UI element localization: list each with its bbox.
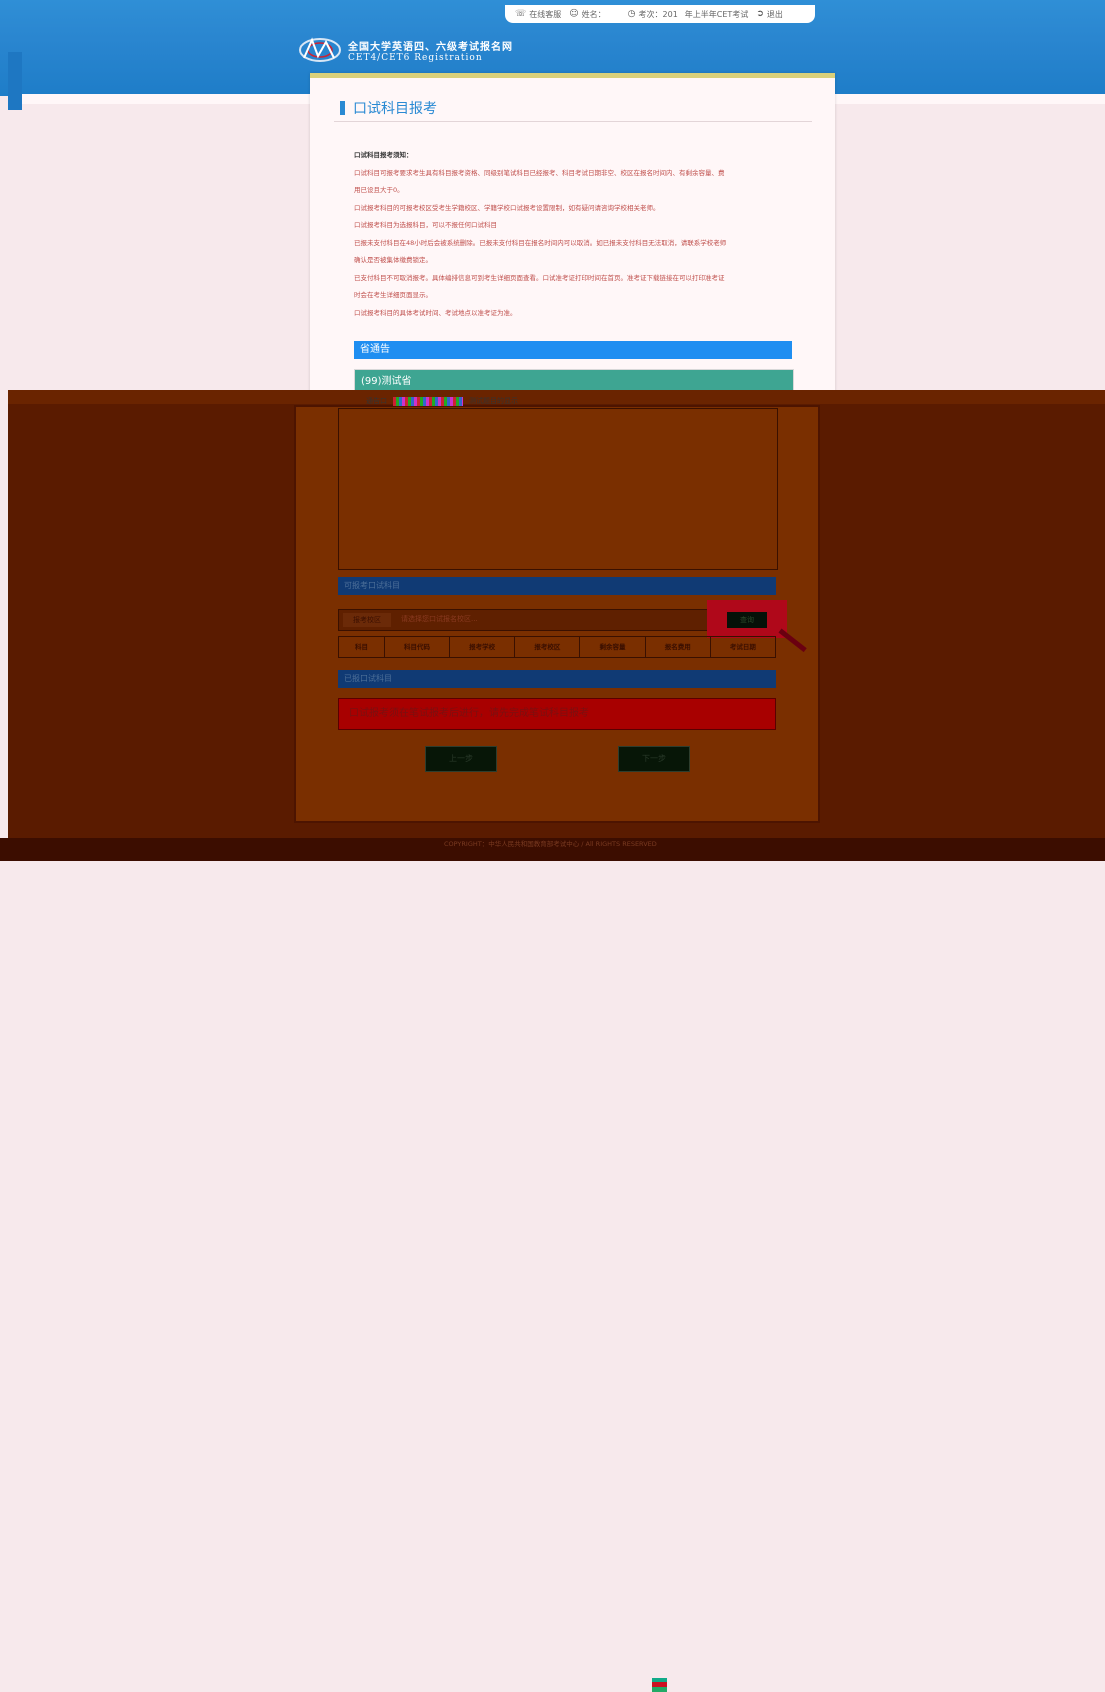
next-button[interactable]: 下一步 [618,746,690,772]
obscured-notice-frame [338,408,778,570]
title-accent-bar [340,101,345,115]
notice-line: 确认是否被集体缴费锁定。 [354,256,432,264]
col-campus: 报考校区 [514,637,579,657]
page-title-text: 口试科目报考 [353,101,437,117]
exam-value: 年上半年CET考试 [684,9,749,19]
registered-oral-subjects-bar: 已报口试科目 [338,670,776,688]
notice-line: 已支付科目不可取消报考。具体编排信息可到考生详细页面查看。口试准考证打印时间在首… [354,273,725,282]
prev-button[interactable]: 上一步 [425,746,497,772]
col-school: 报考学校 [449,637,514,657]
online-service-label: 在线客服 [529,9,562,19]
notice-item-text: 通告口 [366,397,387,405]
headset-icon: ☏ [515,9,527,19]
notice-line: 口试报考科目的可报考校区受考生学籍校区、学籍学校口试报考设置限制，如有疑问请咨询… [354,203,660,212]
logout-label: 退出 [766,9,783,19]
flag-icon [652,1678,667,1692]
province-notice-bar: 省通告 [354,341,792,359]
col-code: 科目代码 [383,637,449,657]
name-label: 姓名： [581,9,606,19]
campus-label: 报考校区 [343,613,391,627]
notice-item-text-2: 测试题目的显示 [469,397,518,405]
logo-title-cn: 全国大学英语四、六级考试报名网 [348,41,513,53]
page-title: 口试科目报考 [340,98,437,118]
overlay-edge [8,390,1105,404]
clock-icon: ◷ [627,9,636,19]
logo-text: 全国大学英语四、六级考试报名网 CET4/CET6 Registration [348,38,513,63]
site-logo[interactable]: 全国大学英语四、六级考试报名网 CET4/CET6 Registration [298,36,513,64]
logo-title-en: CET4/CET6 Registration [348,52,483,63]
notice-section: 口试科目报考须知： 口试科目可报考要求考生具有科目报考资格、同级别笔试科目已经报… [354,147,794,322]
notice-line: 已报未支付科目在48小时后会被系统删除。已报未支付科目在报名时间内可以取消。如已… [354,238,727,247]
online-service-link[interactable]: ☏ 在线客服 [515,9,561,20]
col-subject: 科目 [354,643,368,651]
notice-line: 口试报考科目为选报科目，可以不报任何口试科目 [354,221,497,229]
glitch-noise [393,396,463,406]
main-content-card: 口试科目报考 口试科目报考须知： 口试科目可报考要求考生具有科目报考资格、同级别… [310,73,835,411]
logout-link[interactable]: ➲ 退出 [756,9,783,20]
query-highlight: 查询 [707,600,787,638]
available-oral-subjects-bar: 可报考口试科目 [338,577,776,595]
province-notice-item[interactable]: 通告口 测试题目的显示 [366,396,518,406]
exam-session: ◷ 考次：201 年上半年CET考试 [628,9,749,20]
cet-emblem-icon [299,37,341,62]
exam-label: 考次：201 [638,9,678,19]
top-user-bar: ☏ 在线客服 ☺ 姓名： ◷ 考次：201 年上半年CET考试 ➲ 退出 [505,5,815,23]
footer-copyright: COPYRIGHT：中华人民共和国教育部考试中心 / All RIGHTS RE… [444,840,657,848]
notice-line: 口试科目可报考要求考生具有科目报考资格、同级别笔试科目已经报考、科目考试日期非空… [354,168,725,177]
col-date: 考试日期 [709,637,775,657]
logout-icon: ➲ [756,9,764,19]
header-left-tab [8,52,22,110]
col-fee: 报名费用 [644,637,710,657]
user-name: ☺ 姓名： [569,9,605,20]
warning-message: 口试报考须在笔试报考后进行，请先完成笔试科目报考 [338,698,776,730]
query-button[interactable]: 查询 [727,612,767,628]
notice-line: 用已设且大于0。 [354,186,404,194]
notice-line: 口试报考科目的具体考试时间、考试地点以准考证为准。 [354,308,517,317]
subjects-table-header: 科目 科目代码 报考学校 报考校区 剩余容量 报名费用 考试日期 [338,636,776,658]
user-icon: ☺ [569,9,579,19]
campus-select[interactable]: 请选择您口试报名校区... [401,614,478,624]
col-capacity: 剩余容量 [579,637,644,657]
notice-heading: 口试科目报考须知： [354,151,413,159]
notice-line: 时会在考生详细页面显示。 [354,291,432,299]
title-divider [334,121,812,122]
